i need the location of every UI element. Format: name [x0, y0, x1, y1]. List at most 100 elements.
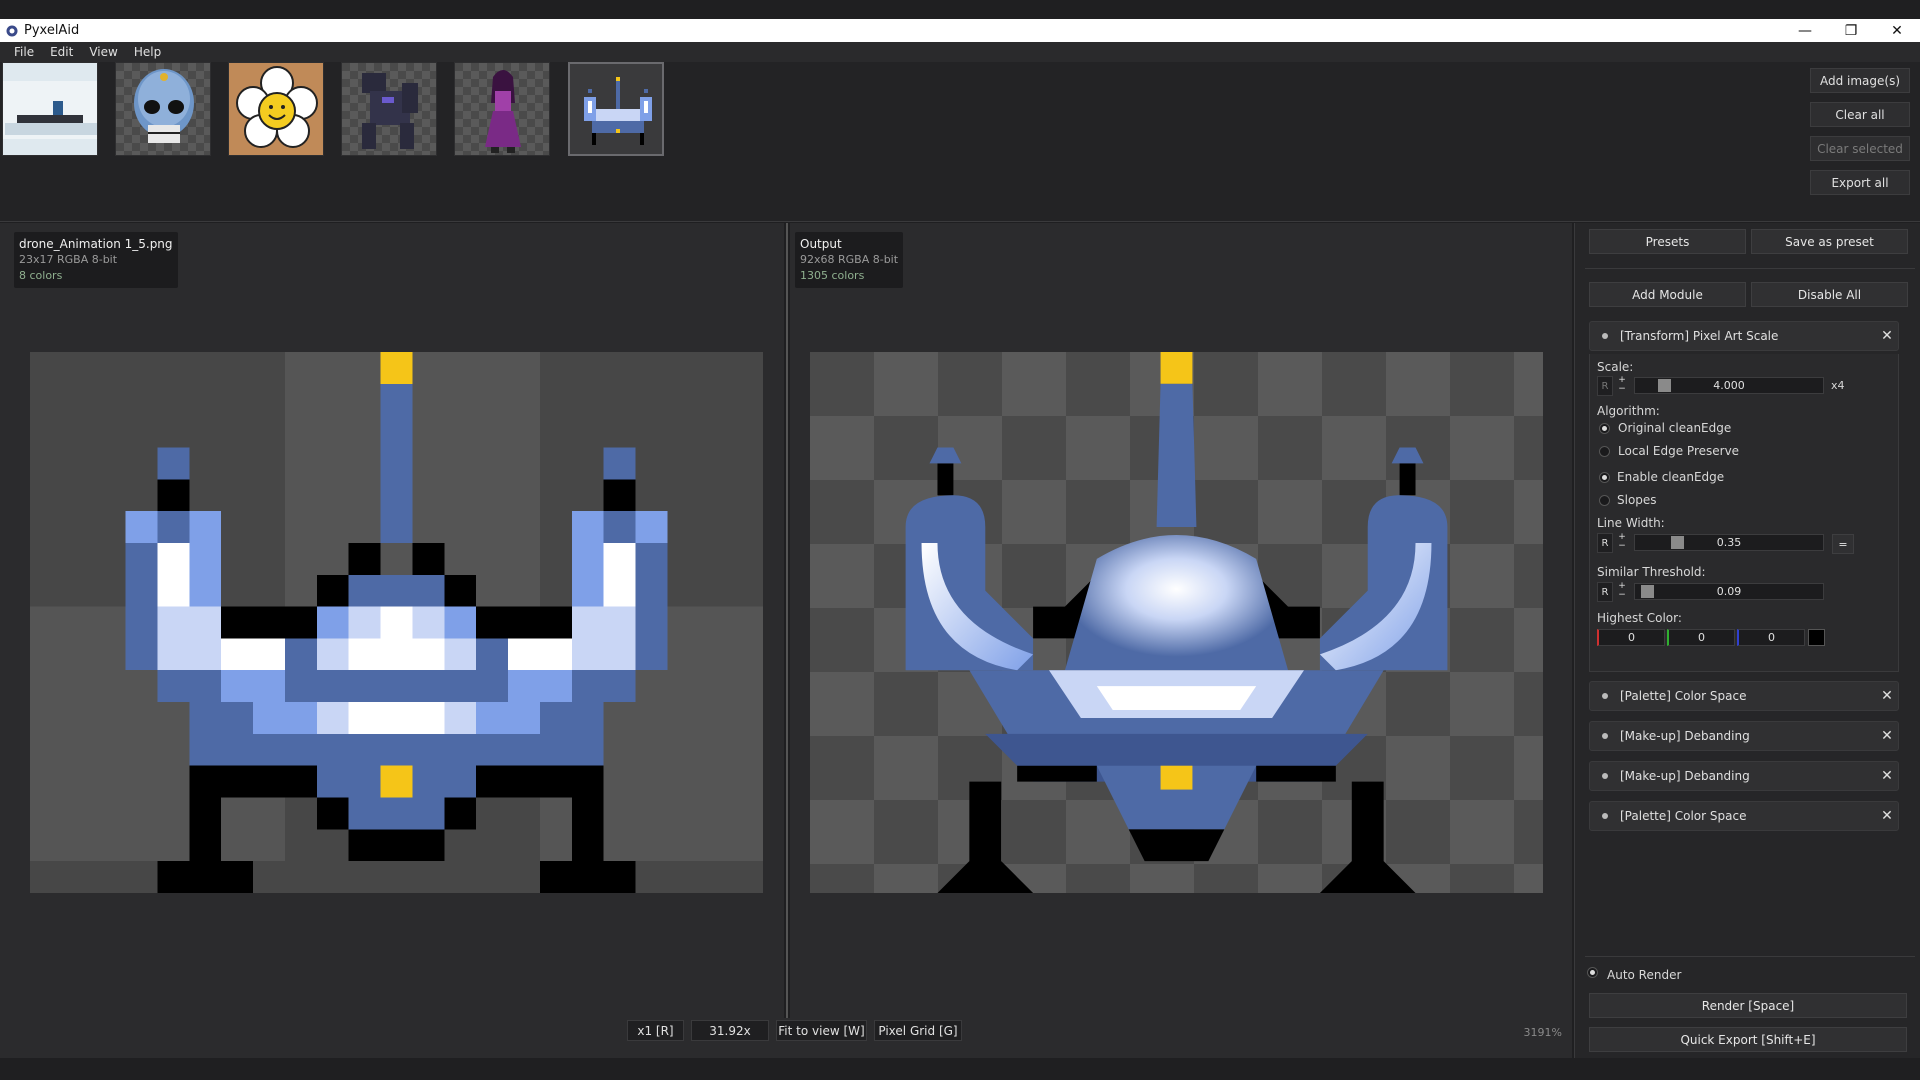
input-filename: drone_Animation 1_5.png	[19, 237, 173, 251]
presets-button[interactable]: Presets	[1589, 229, 1746, 254]
thumb-dark-robot[interactable]	[341, 62, 437, 156]
threshold-reset-button[interactable]: R	[1597, 582, 1613, 602]
render-button[interactable]: Render [Space]	[1589, 993, 1907, 1018]
threshold-stepper[interactable]: + −	[1615, 582, 1629, 602]
menu-bar: File Edit View Help	[0, 42, 1920, 62]
threshold-value: 0.09	[1716, 585, 1742, 598]
export-all-button[interactable]: Export all	[1810, 170, 1910, 195]
thumb-blue-skull[interactable]	[115, 62, 211, 156]
close-icon[interactable]: ✕	[1876, 808, 1898, 824]
dark-robot-thumbnail	[362, 73, 418, 149]
algo-original-radio[interactable]	[1599, 423, 1610, 434]
close-icon[interactable]: ✕	[1876, 728, 1898, 744]
algo-local-edge-radio[interactable]	[1599, 446, 1610, 457]
highest-color-inputs: 0 0 0	[1597, 629, 1897, 646]
output-color-count: 1305 colors	[800, 269, 865, 282]
pixel-grid-button[interactable]: Pixel Grid [G]	[874, 1020, 962, 1041]
purple-witch-thumbnail	[485, 70, 521, 153]
thumb-snow-scene[interactable]	[2, 62, 98, 156]
module-color-space-2[interactable]: [Palette] Color Space ✕	[1589, 801, 1899, 831]
menu-file[interactable]: File	[6, 45, 42, 59]
module-title: [Palette] Color Space	[1620, 809, 1747, 823]
input-info: drone_Animation 1_5.png 23x17 RGBA 8-bit…	[14, 232, 178, 288]
module-color-space-1[interactable]: [Palette] Color Space ✕	[1589, 681, 1899, 711]
zoom-x1-button[interactable]: x1 [R]	[627, 1020, 684, 1041]
snow-scene-thumbnail	[3, 63, 97, 155]
module-title: [Make-up] Debanding	[1620, 769, 1750, 783]
color-b-input[interactable]: 0	[1737, 629, 1805, 646]
menu-view[interactable]: View	[81, 45, 125, 59]
slopes-checkbox[interactable]	[1599, 495, 1610, 506]
enable-cleanedge-checkbox[interactable]	[1599, 472, 1610, 483]
auto-render-label: Auto Render	[1607, 968, 1682, 982]
close-icon[interactable]: ✕	[1876, 768, 1898, 784]
line-width-value: 0.35	[1716, 536, 1742, 549]
quick-export-button[interactable]: Quick Export [Shift+E]	[1589, 1027, 1907, 1052]
zoom-input[interactable]: 31.92x	[691, 1020, 769, 1041]
line-width-slider[interactable]: 0.35	[1634, 534, 1824, 551]
module-title: [Transform] Pixel Art Scale	[1620, 329, 1779, 343]
thumb-drone[interactable]	[568, 62, 664, 156]
module-panel: Presets Save as preset Add Module Disabl…	[1574, 223, 1920, 1058]
image-gallery: Add image(s) Clear all Clear selected Ex…	[0, 62, 1920, 222]
scale-suffix: x4	[1831, 379, 1845, 392]
color-r-input[interactable]: 0	[1597, 629, 1665, 646]
thumb-smiling-flower[interactable]	[228, 62, 324, 156]
menu-edit[interactable]: Edit	[42, 45, 81, 59]
add-images-button[interactable]: Add image(s)	[1810, 68, 1910, 93]
algorithm-label: Algorithm:	[1597, 404, 1660, 418]
menu-help[interactable]: Help	[126, 45, 169, 59]
zoom-percent: 3191%	[1523, 1026, 1562, 1039]
color-swatch[interactable]	[1808, 629, 1825, 646]
output-info: Output 92x68 RGBA 8-bit 1305 colors	[795, 232, 904, 288]
add-module-button[interactable]: Add Module	[1589, 282, 1746, 307]
clear-selected-button[interactable]: Clear selected	[1810, 136, 1910, 161]
thumb-purple-witch[interactable]	[454, 62, 550, 156]
panel-separator	[1585, 268, 1915, 269]
input-color-count: 8 colors	[19, 269, 63, 282]
save-preset-button[interactable]: Save as preset	[1751, 229, 1908, 254]
app-logo-icon	[6, 25, 18, 36]
scale-stepper[interactable]: + −	[1615, 376, 1629, 396]
module-enabled-indicator[interactable]	[1602, 333, 1608, 339]
restore-button[interactable]: ❐	[1828, 19, 1874, 42]
output-filename: Output	[800, 237, 842, 251]
line-width-stepper[interactable]: + −	[1615, 533, 1629, 553]
auto-render-checkbox[interactable]	[1587, 967, 1598, 978]
module-pixel-art-scale[interactable]: [Transform] Pixel Art Scale ✕	[1589, 321, 1899, 351]
input-viewer[interactable]: drone_Animation 1_5.png 23x17 RGBA 8-bit…	[0, 223, 784, 1058]
close-icon[interactable]: ✕	[1876, 688, 1898, 704]
threshold-label: Similar Threshold:	[1597, 565, 1706, 579]
input-meta: 23x17 RGBA 8-bit	[19, 253, 118, 266]
scale-reset-button[interactable]: R	[1597, 376, 1613, 396]
color-g-input[interactable]: 0	[1667, 629, 1735, 646]
drone-thumbnail	[584, 77, 652, 145]
title-bar: PyxelAid — ❐ ✕	[0, 19, 1920, 42]
line-width-reset-button[interactable]: R	[1597, 533, 1613, 553]
threshold-slider[interactable]: 0.09	[1634, 583, 1824, 600]
slopes-label: Slopes	[1617, 493, 1657, 507]
output-meta: 92x68 RGBA 8-bit	[800, 253, 899, 266]
module-enabled-indicator[interactable]	[1602, 693, 1608, 699]
line-width-equal-button[interactable]: =	[1832, 534, 1854, 554]
splitter-handle[interactable]	[786, 223, 788, 1018]
fit-to-view-button[interactable]: Fit to view [W]	[776, 1020, 867, 1041]
scale-label: Scale:	[1597, 360, 1634, 374]
close-icon[interactable]: ✕	[1876, 328, 1898, 344]
minimize-button[interactable]: —	[1782, 19, 1828, 42]
module-enabled-indicator[interactable]	[1602, 813, 1608, 819]
module-debanding-2[interactable]: [Make-up] Debanding ✕	[1589, 761, 1899, 791]
highest-color-label: Highest Color:	[1597, 611, 1682, 625]
module-debanding-1[interactable]: [Make-up] Debanding ✕	[1589, 721, 1899, 751]
scale-slider[interactable]: 4.000	[1634, 377, 1824, 394]
module-title: [Palette] Color Space	[1620, 689, 1747, 703]
module-enabled-indicator[interactable]	[1602, 733, 1608, 739]
output-viewer[interactable]: Output 92x68 RGBA 8-bit 1305 colors	[790, 223, 1572, 1058]
clear-all-button[interactable]: Clear all	[1810, 102, 1910, 127]
close-button[interactable]: ✕	[1874, 19, 1920, 42]
algo-original-label: Original cleanEdge	[1618, 421, 1732, 435]
disable-all-button[interactable]: Disable All	[1751, 282, 1908, 307]
module-settings: Scale: R + − 4.000 x4 Algorithm: Original…	[1589, 354, 1899, 672]
panel-separator	[1585, 956, 1915, 957]
module-enabled-indicator[interactable]	[1602, 773, 1608, 779]
